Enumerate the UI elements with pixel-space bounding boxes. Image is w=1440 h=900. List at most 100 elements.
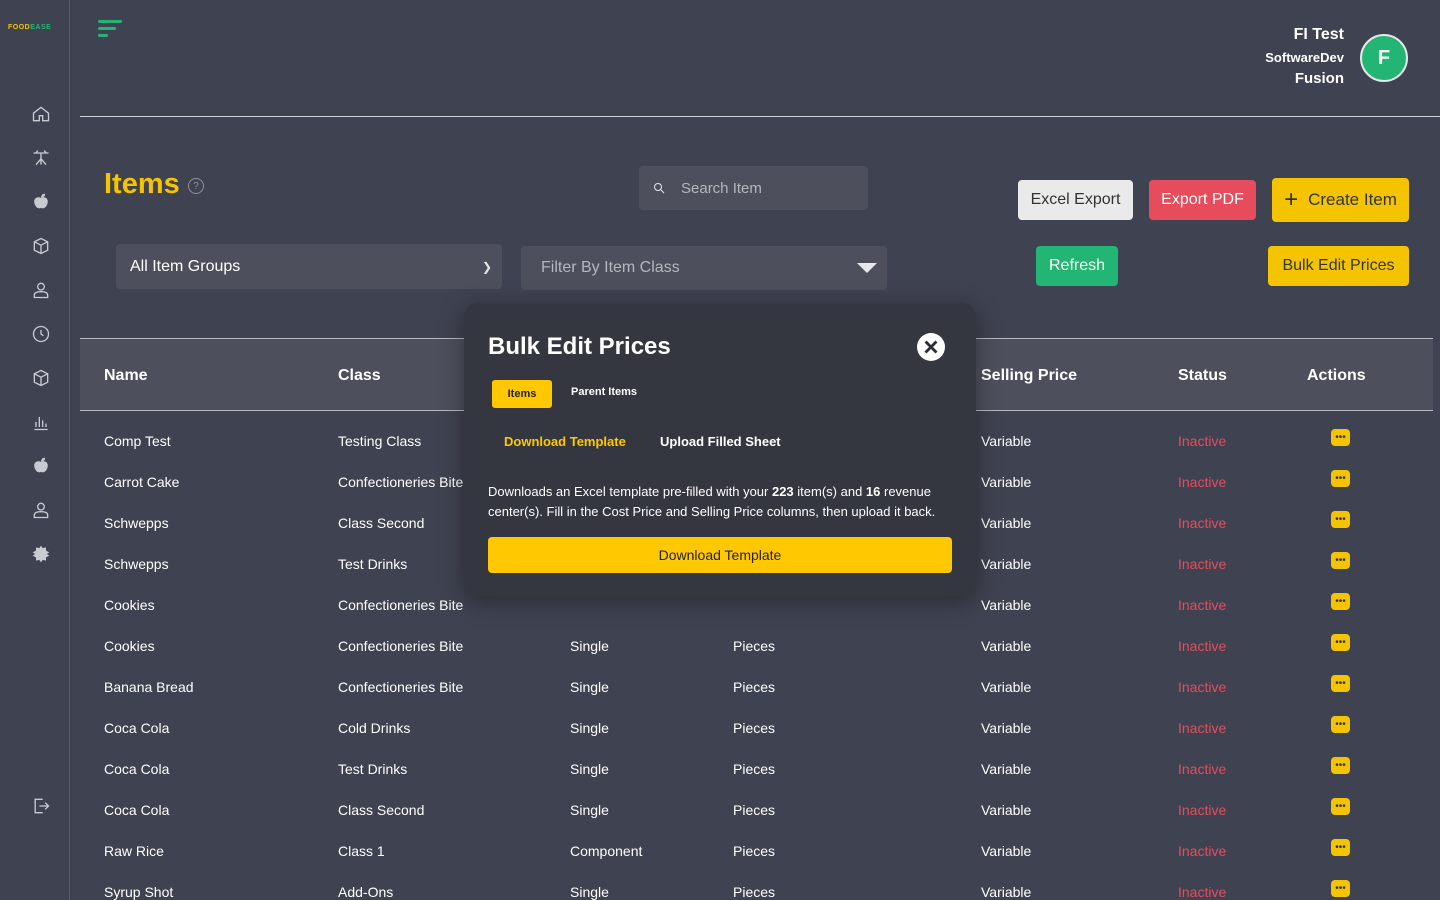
- menu-toggle-icon[interactable]: [98, 20, 124, 42]
- cell-name: Schwepps: [104, 515, 169, 531]
- cell-class: Class Second: [338, 515, 425, 531]
- col-selling-price[interactable]: Selling Price: [981, 367, 1077, 385]
- cell-status: Inactive: [1178, 884, 1227, 900]
- cell-name: Banana Bread: [104, 679, 194, 695]
- more-actions-icon[interactable]: •••: [1331, 429, 1350, 446]
- table-row[interactable]: Banana Bread Confectioneries Bite Single Pi…: [80, 666, 1433, 707]
- col-actions: Actions: [1307, 367, 1366, 384]
- more-actions-icon[interactable]: •••: [1331, 470, 1350, 487]
- export-pdf-button[interactable]: Export PDF: [1149, 180, 1256, 220]
- cell-selling-price: Variable: [981, 802, 1032, 818]
- logout-icon[interactable]: [30, 795, 52, 817]
- sidebar: FOODEASE: [0, 0, 70, 900]
- cell-class: Test Drinks: [338, 761, 408, 777]
- cell-selling-price: Variable: [981, 597, 1032, 613]
- fruit-icon[interactable]: [30, 455, 52, 477]
- chart-icon[interactable]: [30, 411, 52, 433]
- user-icon[interactable]: [30, 279, 52, 301]
- table-row[interactable]: Coca Cola Class Second Single Pieces Variabl…: [80, 789, 1433, 830]
- person-icon[interactable]: [30, 499, 52, 521]
- bulk-edit-modal: Bulk Edit Prices Items Parent Items Down…: [464, 303, 976, 597]
- tab-items[interactable]: Items: [492, 380, 552, 408]
- cell-selling-price: Variable: [981, 433, 1032, 449]
- table-row[interactable]: Cookies Confectioneries Bite Single Pieces V…: [80, 625, 1433, 666]
- avatar[interactable]: F: [1360, 34, 1408, 82]
- subtab-upload-filled-sheet[interactable]: Upload Filled Sheet: [660, 434, 781, 449]
- cell-type: Single: [570, 884, 609, 900]
- more-actions-icon[interactable]: •••: [1331, 798, 1350, 815]
- download-template-button[interactable]: Download Template: [488, 537, 952, 573]
- bulk-edit-prices-button[interactable]: Bulk Edit Prices: [1268, 246, 1409, 286]
- more-actions-icon[interactable]: •••: [1331, 593, 1350, 610]
- cell-status: Inactive: [1178, 802, 1227, 818]
- cell-unit: Pieces: [733, 679, 776, 695]
- item-class-filter[interactable]: Filter By Item Class: [521, 246, 887, 290]
- refresh-button[interactable]: Refresh: [1036, 246, 1118, 286]
- more-actions-icon[interactable]: •••: [1331, 880, 1350, 897]
- header-divider: [80, 116, 1440, 117]
- table-row[interactable]: Raw Rice Class 1 Component Pieces Variable In…: [80, 830, 1433, 871]
- col-status[interactable]: Status: [1178, 367, 1227, 385]
- cell-type: Single: [570, 638, 609, 654]
- cell-selling-price: Variable: [981, 843, 1032, 859]
- cell-type: Single: [570, 679, 609, 695]
- table-row[interactable]: Coca Cola Test Drinks Single Pieces Variable…: [80, 748, 1433, 789]
- clock-icon[interactable]: [30, 323, 52, 345]
- table-row[interactable]: Syrup Shot Add-Ons Single Pieces Variable Ina…: [80, 871, 1433, 900]
- cell-class: Cold Drinks: [338, 720, 411, 736]
- food-icon[interactable]: [30, 191, 52, 213]
- cell-unit: Pieces: [733, 884, 776, 900]
- user-name: FI Test: [1293, 26, 1344, 43]
- cell-unit: Pieces: [733, 761, 776, 777]
- cell-name: Schwepps: [104, 556, 169, 572]
- user-info: FI Test SoftwareDev Fusion: [1265, 26, 1344, 87]
- more-actions-icon[interactable]: •••: [1331, 511, 1350, 528]
- cell-selling-price: Variable: [981, 638, 1032, 654]
- close-icon[interactable]: [917, 333, 945, 361]
- cell-type: Single: [570, 720, 609, 736]
- cell-name: Raw Rice: [104, 843, 164, 859]
- excel-export-button[interactable]: Excel Export: [1018, 180, 1133, 220]
- table-icon[interactable]: [30, 147, 52, 169]
- search-input[interactable]: [681, 179, 861, 197]
- cell-status: Inactive: [1178, 433, 1227, 449]
- search-icon: [654, 183, 665, 194]
- cell-status: Inactive: [1178, 597, 1227, 613]
- more-actions-icon[interactable]: •••: [1331, 634, 1350, 651]
- cell-class: Class Second: [338, 802, 425, 818]
- cell-status: Inactive: [1178, 843, 1227, 859]
- home-icon[interactable]: [30, 103, 52, 125]
- cell-class: Confectioneries Bite: [338, 597, 464, 613]
- subtab-download-template[interactable]: Download Template: [504, 434, 626, 449]
- tab-parent-items[interactable]: Parent Items: [571, 386, 637, 398]
- cell-name: Coca Cola: [104, 802, 170, 818]
- create-item-button[interactable]: + Create Item: [1272, 178, 1409, 222]
- cell-unit: Pieces: [733, 843, 776, 859]
- cell-type: Single: [570, 761, 609, 777]
- cell-status: Inactive: [1178, 761, 1227, 777]
- more-actions-icon[interactable]: •••: [1331, 757, 1350, 774]
- modal-title: Bulk Edit Prices: [488, 333, 671, 360]
- more-actions-icon[interactable]: •••: [1331, 675, 1350, 692]
- help-icon[interactable]: ?: [188, 178, 204, 194]
- box-icon[interactable]: [30, 235, 52, 257]
- package-icon[interactable]: [30, 367, 52, 389]
- user-company: SoftwareDev: [1265, 50, 1344, 65]
- col-class[interactable]: Class: [338, 367, 381, 385]
- more-actions-icon[interactable]: •••: [1331, 716, 1350, 733]
- table-row[interactable]: Coca Cola Cold Drinks Single Pieces Variable…: [80, 707, 1433, 748]
- cell-status: Inactive: [1178, 474, 1227, 490]
- cell-unit: Pieces: [733, 802, 776, 818]
- caret-down-icon: [857, 263, 877, 273]
- modal-description: Downloads an Excel template pre-filled w…: [488, 484, 936, 519]
- col-name[interactable]: Name: [104, 367, 148, 385]
- search-box[interactable]: [639, 166, 868, 210]
- cell-name: Cookies: [104, 597, 155, 613]
- settings-icon[interactable]: [30, 543, 52, 565]
- more-actions-icon[interactable]: •••: [1331, 552, 1350, 569]
- item-group-select[interactable]: All Item Groups ❯: [116, 244, 502, 289]
- cell-class: Testing Class: [338, 433, 422, 449]
- cell-class: Confectioneries Bite: [338, 638, 464, 654]
- more-actions-icon[interactable]: •••: [1331, 839, 1350, 856]
- cell-selling-price: Variable: [981, 884, 1032, 900]
